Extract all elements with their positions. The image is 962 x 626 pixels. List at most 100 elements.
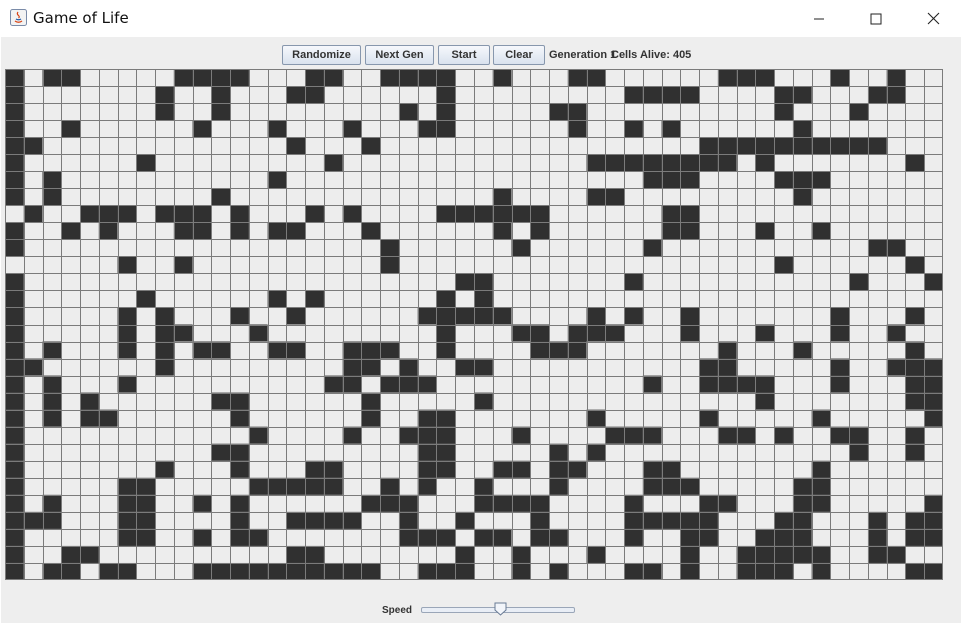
alive-cell[interactable]: [361, 341, 381, 359]
alive-cell[interactable]: [924, 375, 943, 393]
alive-cell[interactable]: [361, 562, 381, 580]
alive-cell[interactable]: [755, 392, 775, 410]
alive-cell[interactable]: [98, 222, 118, 240]
alive-cell[interactable]: [474, 477, 493, 495]
alive-cell[interactable]: [605, 426, 625, 444]
alive-cell[interactable]: [642, 375, 662, 393]
alive-cell[interactable]: [661, 205, 681, 223]
alive-cell[interactable]: [155, 103, 174, 121]
start-button[interactable]: Start: [438, 45, 490, 65]
alive-cell[interactable]: [305, 562, 324, 580]
alive-cell[interactable]: [5, 562, 24, 580]
alive-cell[interactable]: [286, 137, 306, 155]
alive-cell[interactable]: [42, 494, 62, 512]
alive-cell[interactable]: [680, 205, 700, 223]
alive-cell[interactable]: [286, 341, 306, 359]
randomize-button[interactable]: Randomize: [282, 45, 361, 65]
alive-cell[interactable]: [61, 545, 81, 563]
alive-cell[interactable]: [80, 409, 99, 427]
alive-cell[interactable]: [924, 511, 943, 529]
alive-cell[interactable]: [42, 562, 62, 580]
alive-cell[interactable]: [417, 443, 437, 461]
alive-cell[interactable]: [661, 460, 681, 478]
alive-cell[interactable]: [755, 69, 775, 87]
alive-cell[interactable]: [867, 86, 887, 104]
alive-cell[interactable]: [474, 494, 493, 512]
alive-cell[interactable]: [230, 460, 249, 478]
alive-cell[interactable]: [117, 324, 137, 342]
alive-cell[interactable]: [924, 562, 943, 580]
alive-cell[interactable]: [624, 426, 643, 444]
alive-cell[interactable]: [474, 358, 493, 376]
alive-cell[interactable]: [699, 137, 718, 155]
alive-cell[interactable]: [474, 290, 493, 308]
alive-cell[interactable]: [230, 222, 249, 240]
alive-cell[interactable]: [886, 324, 906, 342]
alive-cell[interactable]: [492, 222, 512, 240]
alive-cell[interactable]: [230, 205, 249, 223]
alive-cell[interactable]: [849, 273, 868, 291]
alive-cell[interactable]: [830, 137, 850, 155]
alive-cell[interactable]: [342, 205, 362, 223]
alive-cell[interactable]: [248, 528, 268, 546]
alive-cell[interactable]: [867, 137, 887, 155]
alive-cell[interactable]: [530, 222, 550, 240]
alive-cell[interactable]: [5, 69, 24, 87]
alive-cell[interactable]: [286, 222, 306, 240]
alive-cell[interactable]: [230, 69, 249, 87]
alive-cell[interactable]: [436, 69, 456, 87]
alive-cell[interactable]: [567, 460, 587, 478]
alive-cell[interactable]: [192, 222, 212, 240]
alive-cell[interactable]: [342, 120, 362, 138]
alive-cell[interactable]: [136, 511, 156, 529]
alive-cell[interactable]: [98, 205, 118, 223]
alive-cell[interactable]: [5, 171, 24, 189]
alive-cell[interactable]: [173, 256, 193, 274]
alive-cell[interactable]: [586, 324, 606, 342]
alive-cell[interactable]: [192, 120, 212, 138]
alive-cell[interactable]: [455, 358, 474, 376]
alive-cell[interactable]: [5, 341, 24, 359]
alive-cell[interactable]: [286, 562, 306, 580]
alive-cell[interactable]: [155, 358, 174, 376]
alive-cell[interactable]: [361, 137, 381, 155]
alive-cell[interactable]: [5, 188, 24, 206]
alive-cell[interactable]: [811, 477, 831, 495]
alive-cell[interactable]: [211, 341, 231, 359]
alive-cell[interactable]: [886, 69, 906, 87]
alive-cell[interactable]: [117, 375, 137, 393]
alive-cell[interactable]: [511, 545, 531, 563]
alive-cell[interactable]: [830, 426, 850, 444]
alive-cell[interactable]: [155, 205, 174, 223]
alive-cell[interactable]: [267, 562, 287, 580]
alive-cell[interactable]: [5, 409, 24, 427]
alive-cell[interactable]: [792, 545, 812, 563]
alive-cell[interactable]: [98, 409, 118, 427]
alive-cell[interactable]: [717, 69, 737, 87]
alive-cell[interactable]: [736, 69, 756, 87]
alive-cell[interactable]: [699, 154, 718, 172]
alive-cell[interactable]: [455, 562, 474, 580]
alive-cell[interactable]: [511, 426, 531, 444]
alive-cell[interactable]: [736, 137, 756, 155]
alive-cell[interactable]: [586, 154, 606, 172]
alive-cell[interactable]: [80, 205, 99, 223]
alive-cell[interactable]: [398, 528, 418, 546]
alive-cell[interactable]: [905, 528, 925, 546]
alive-cell[interactable]: [736, 562, 756, 580]
alive-cell[interactable]: [830, 375, 850, 393]
alive-cell[interactable]: [436, 120, 456, 138]
alive-cell[interactable]: [792, 341, 812, 359]
alive-cell[interactable]: [699, 511, 718, 529]
alive-cell[interactable]: [155, 307, 174, 325]
alive-cell[interactable]: [117, 494, 137, 512]
alive-cell[interactable]: [905, 154, 925, 172]
alive-cell[interactable]: [286, 511, 306, 529]
alive-cell[interactable]: [248, 562, 268, 580]
alive-cell[interactable]: [5, 86, 24, 104]
alive-cell[interactable]: [305, 290, 324, 308]
alive-cell[interactable]: [23, 511, 43, 529]
alive-cell[interactable]: [5, 477, 24, 495]
alive-cell[interactable]: [680, 222, 700, 240]
alive-cell[interactable]: [867, 511, 887, 529]
